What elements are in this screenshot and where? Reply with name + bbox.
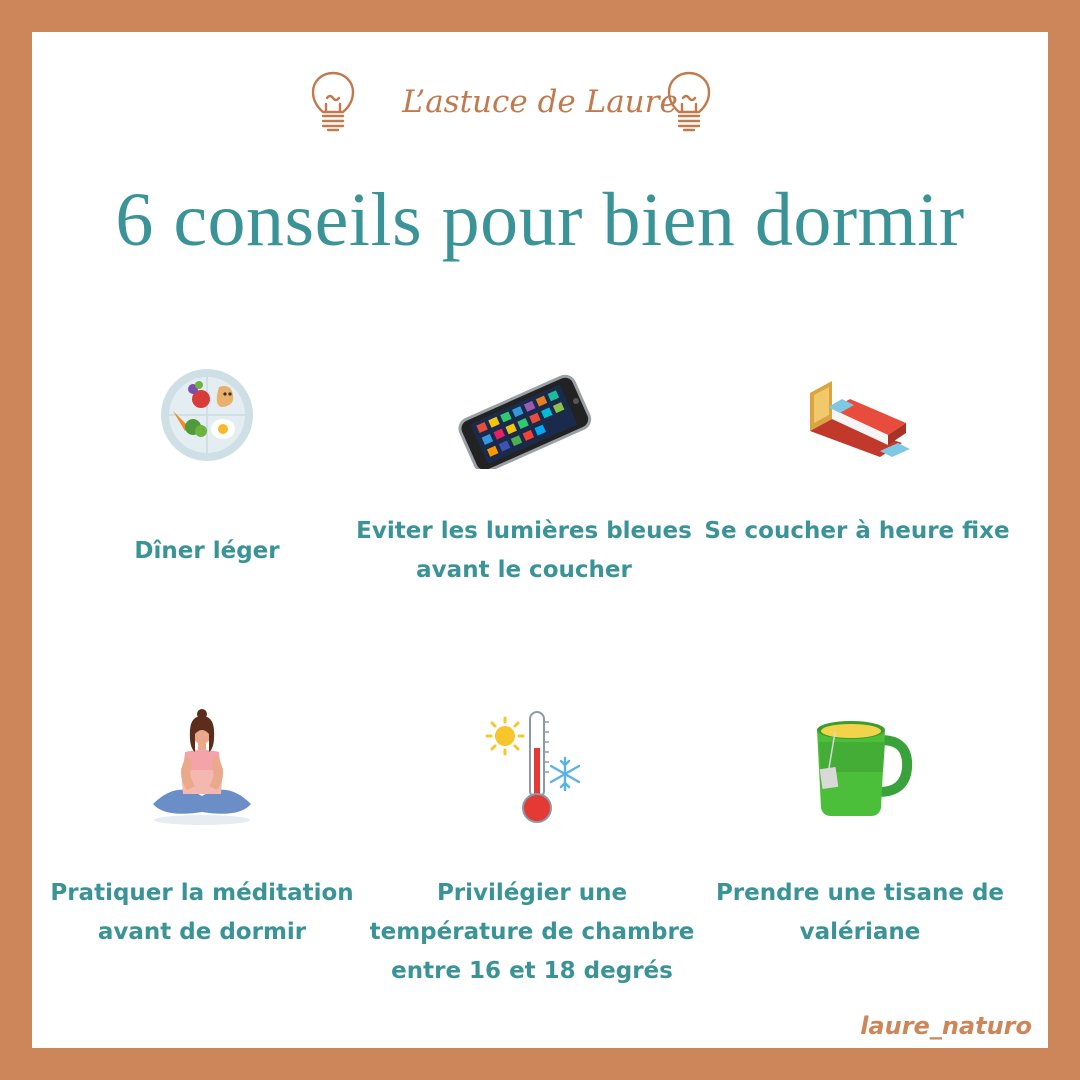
tea-mug-icon — [817, 721, 913, 816]
bed-icon — [810, 381, 910, 457]
tip-label: Se coucher à heure fixe — [704, 518, 1010, 544]
lightbulb-icon — [667, 71, 711, 132]
tip-label: Prendre une tisane de valériane — [715, 880, 1005, 945]
tagline: L’astuce de Laure — [402, 84, 678, 120]
tip-meditation: Pratiquer la méditation avant de dormir — [32, 704, 372, 964]
sun-icon — [485, 716, 525, 756]
tip-temperature: Privilégier une température de chambre e… — [362, 704, 702, 984]
tip-label: Eviter les lumières bleues avant le couc… — [356, 518, 692, 583]
healthy-plate-icon — [161, 369, 253, 461]
page-title: 6 conseils pour bien dormir — [115, 178, 965, 262]
tip-heure-fixe: Se coucher à heure fixe — [687, 362, 1027, 562]
thermometer-icon — [485, 711, 581, 823]
tip-tisane: Prendre une tisane de valériane — [690, 704, 1030, 964]
tip-label: Dîner léger — [134, 538, 280, 564]
tip-diner-leger: Dîner léger — [37, 362, 377, 564]
tip-lumieres-bleues: Eviter les lumières bleues avant le couc… — [354, 362, 694, 583]
post-card: L’astuce de Laure 6 conseils pour bien d… — [32, 32, 1048, 1048]
meditation-woman-icon — [153, 709, 251, 825]
smartphone-icon — [458, 374, 592, 469]
tip-label: Pratiquer la méditation avant de dormir — [50, 880, 354, 945]
snowflake-icon — [549, 756, 581, 792]
author-handle: laure_naturo — [860, 1012, 1032, 1040]
header: L’astuce de Laure — [32, 62, 1048, 152]
tip-label: Privilégier une température de chambre e… — [369, 880, 695, 984]
